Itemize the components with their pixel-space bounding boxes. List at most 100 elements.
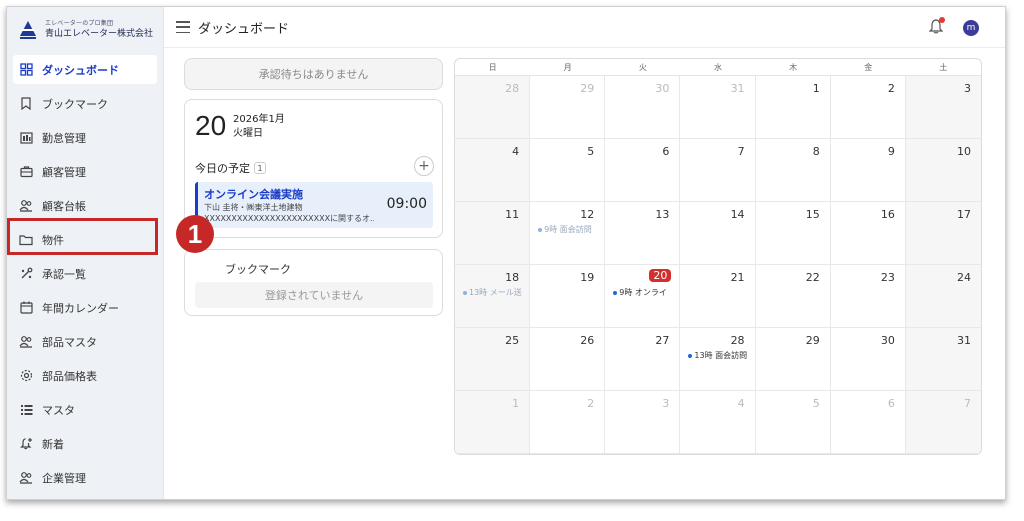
- day-number: 30: [655, 82, 670, 95]
- today-card: 20 2026年1月 火曜日 今日の予定 1 + オンライン会議実施 下山 圭将…: [184, 99, 443, 238]
- day-number: 31: [730, 82, 745, 95]
- calendar-day-cell[interactable]: 12 9時 面会訪問: [530, 202, 606, 265]
- user-avatar[interactable]: m: [963, 20, 979, 36]
- sidebar-item-11[interactable]: 新着: [13, 429, 157, 458]
- hamburger-menu-icon[interactable]: [176, 21, 190, 33]
- calendar-day-cell[interactable]: 6: [830, 391, 906, 454]
- calendar-day-cell[interactable]: 22: [755, 265, 831, 328]
- sidebar-item-2[interactable]: 勤怠管理: [13, 123, 157, 152]
- day-number: 2: [887, 82, 895, 95]
- sidebar-item-label: 部品マスタ: [42, 335, 97, 349]
- calendar-day-cell[interactable]: 19: [530, 265, 606, 328]
- calendar-event[interactable]: 13時 メール送: [463, 287, 525, 298]
- sidebar-item-12[interactable]: 企業管理: [13, 463, 157, 492]
- calendar-day-cell[interactable]: 15: [755, 202, 831, 265]
- notification-bell-icon[interactable]: [928, 17, 945, 35]
- calendar-day-cell[interactable]: 1: [755, 76, 831, 139]
- sidebar-item-label: 部品価格表: [42, 369, 97, 383]
- logo-tagline: エレベーターのプロ集団: [45, 20, 114, 27]
- calendar-event-label: 13時 メール送: [469, 288, 522, 297]
- calendar-day-cell[interactable]: 2: [530, 391, 606, 454]
- calendar-day-cell[interactable]: 8: [755, 139, 831, 202]
- today-event-card[interactable]: オンライン会議実施 下山 圭将・㈱東洋土地建物 XXXXXXXXXXXXXXXX…: [195, 182, 433, 228]
- day-number: 19: [580, 271, 595, 284]
- day-number: 15: [805, 208, 820, 221]
- today-day-number: 20: [649, 269, 672, 282]
- calendar-day-cell[interactable]: 28 13時 面会訪問: [680, 328, 756, 391]
- calendar-day-cell[interactable]: 10: [905, 139, 981, 202]
- sidebar-item-label: ブックマーク: [42, 97, 108, 111]
- sidebar-item-label: ダッシュボード: [42, 63, 119, 77]
- sidebar-item-label: マスタ: [42, 403, 75, 417]
- schedule-label: 今日の予定 1: [195, 160, 266, 176]
- calendar-day-cell[interactable]: 1: [455, 391, 531, 454]
- grid-icon: [19, 63, 33, 77]
- day-number: 6: [662, 145, 670, 158]
- calendar-day-cell[interactable]: 20 9時 オンライ: [605, 265, 681, 328]
- calendar-day-cell[interactable]: 26: [530, 328, 606, 391]
- calendar-day-cell[interactable]: 11: [455, 202, 531, 265]
- calendar-day-cell[interactable]: 29: [755, 328, 831, 391]
- sidebar-item-4[interactable]: 顧客台帳: [13, 191, 157, 220]
- day-number: 23: [880, 271, 895, 284]
- day-number: 7: [964, 397, 971, 410]
- calendar-day-cell[interactable]: 31: [680, 76, 756, 139]
- add-schedule-button[interactable]: +: [414, 156, 434, 176]
- sidebar-item-label: 物件: [42, 233, 64, 247]
- day-number: 28: [505, 82, 520, 95]
- day-number: 14: [730, 208, 745, 221]
- calendar-day-cell[interactable]: 28: [455, 76, 531, 139]
- company-logo[interactable]: エレベーターのプロ集団 青山エレベーター株式会社: [7, 7, 163, 53]
- calendar-day-cell[interactable]: 17: [905, 202, 981, 265]
- calendar-day-cell[interactable]: 18 13時 メール送: [455, 265, 531, 328]
- sidebar-item-9[interactable]: 部品価格表: [13, 361, 157, 390]
- calendar-day-cell[interactable]: 14: [680, 202, 756, 265]
- calendar-day-cell[interactable]: 5: [530, 139, 606, 202]
- calendar-event[interactable]: 13時 面会訪問: [688, 350, 750, 361]
- sidebar-item-10[interactable]: マスタ: [13, 395, 157, 424]
- weekday-header-cell: 日: [488, 63, 497, 72]
- today-day: 20: [195, 110, 227, 141]
- calendar-day-cell[interactable]: 3: [605, 391, 681, 454]
- sidebar-item-5[interactable]: 物件: [13, 225, 157, 254]
- calendar-day-cell[interactable]: 16: [830, 202, 906, 265]
- bookmark-title: ブックマーク: [225, 263, 291, 276]
- sidebar-item-1[interactable]: ブックマーク: [13, 89, 157, 118]
- calendar-day-cell[interactable]: 2: [830, 76, 906, 139]
- notification-dot: [939, 17, 945, 23]
- calendar-day-cell[interactable]: 31: [905, 328, 981, 391]
- calendar-day-cell[interactable]: 29: [530, 76, 606, 139]
- calendar-grid: 28 29 30 31 1 2 3 4 5 6 7 8 9 10 11 12 9時 面会訪問 13 14 15 16 17…: [455, 76, 981, 454]
- calendar-day-cell[interactable]: 30: [830, 328, 906, 391]
- calendar-day-cell[interactable]: 6: [605, 139, 681, 202]
- calendar-day-cell[interactable]: 4: [680, 391, 756, 454]
- sidebar-item-0[interactable]: ダッシュボード: [13, 55, 157, 84]
- calendar-day-cell[interactable]: 21: [680, 265, 756, 328]
- calendar-day-cell[interactable]: 24: [905, 265, 981, 328]
- calendar-day-cell[interactable]: 27: [605, 328, 681, 391]
- day-number: 21: [730, 271, 745, 284]
- day-number: 18: [505, 271, 520, 284]
- calendar-day-cell[interactable]: 25: [455, 328, 531, 391]
- calendar-day-cell[interactable]: 7: [905, 391, 981, 454]
- calendar-day-cell[interactable]: 9: [830, 139, 906, 202]
- calendar-day-cell[interactable]: 13: [605, 202, 681, 265]
- calendar-day-cell[interactable]: 23: [830, 265, 906, 328]
- sidebar-item-7[interactable]: 年間カレンダー: [13, 293, 157, 322]
- calendar-event[interactable]: 9時 オンライ: [613, 287, 675, 298]
- calendar-day-cell[interactable]: 7: [680, 139, 756, 202]
- page-title: ダッシュボード: [198, 21, 290, 37]
- logo-mark-icon: [19, 20, 37, 40]
- sidebar-item-6[interactable]: 承認一覧: [13, 259, 157, 288]
- day-number: 1: [812, 82, 820, 95]
- sidebar-item-8[interactable]: 部品マスタ: [13, 327, 157, 356]
- approval-icon: [19, 267, 33, 281]
- sidebar-item-3[interactable]: 顧客管理: [13, 157, 157, 186]
- calendar-day-cell[interactable]: 4: [455, 139, 531, 202]
- calendar-event[interactable]: 9時 面会訪問: [538, 224, 600, 235]
- sidebar: エレベーターのプロ集団 青山エレベーター株式会社 ダッシュボード ブックマーク勤怠…: [7, 7, 164, 499]
- calendar-day-cell[interactable]: 30: [605, 76, 681, 139]
- sidebar-item-label: 新着: [42, 437, 64, 451]
- calendar-day-cell[interactable]: 5: [755, 391, 831, 454]
- calendar-day-cell[interactable]: 3: [905, 76, 981, 139]
